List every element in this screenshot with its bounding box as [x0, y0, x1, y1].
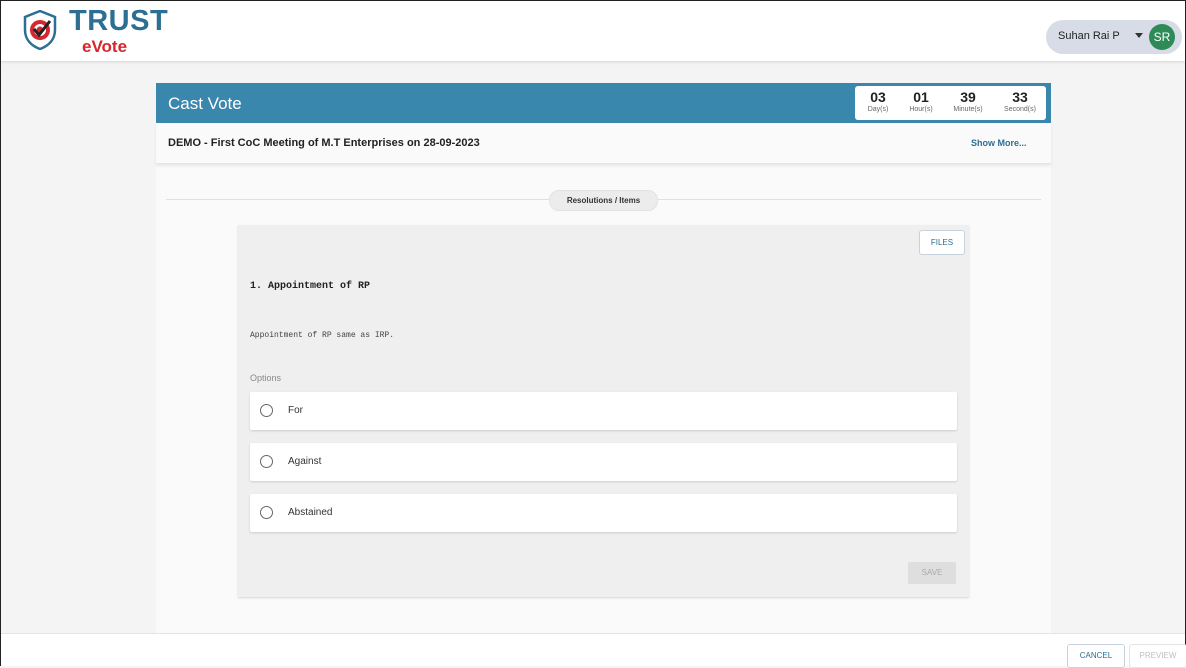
timer-days-value: 03	[870, 89, 886, 105]
app-window: TRUST eVote Suhan Rai P SR Cast Vote 03 …	[0, 0, 1186, 668]
vote-option-label: Abstained	[288, 507, 333, 518]
resolution-description: Appointment of RP same as IRP.	[250, 331, 395, 340]
meeting-title: DEMO - First CoC Meeting of M.T Enterpri…	[168, 137, 480, 149]
caret-down-icon	[1135, 33, 1143, 38]
vote-option-label: For	[288, 405, 303, 416]
cast-vote-card: Cast Vote 03 Day(s) 01 Hour(s) 39 Minute…	[156, 83, 1051, 635]
vote-option-for[interactable]: For	[250, 392, 957, 430]
resolution-item-panel: FILES 1. Appointment of RP Appointment o…	[238, 225, 969, 597]
timer-minutes-unit: Minute(s)	[953, 106, 983, 113]
options-label: Options	[250, 373, 282, 383]
brand-name: TRUST	[69, 5, 169, 37]
radio-unchecked-icon[interactable]	[260, 506, 273, 519]
meeting-info-row: DEMO - First CoC Meeting of M.T Enterpri…	[156, 123, 1051, 164]
vote-option-against[interactable]: Against	[250, 443, 957, 481]
countdown-timer: 03 Day(s) 01 Hour(s) 39 Minute(s) 33 Sec…	[855, 86, 1046, 120]
timer-seconds-unit: Second(s)	[1004, 106, 1036, 113]
timer-seconds-value: 33	[1012, 89, 1028, 105]
resolutions-section-label: Resolutions / Items	[549, 190, 658, 211]
show-more-link[interactable]: Show More...	[971, 138, 1027, 148]
timer-minutes-value: 39	[960, 89, 976, 105]
vote-option-abstained[interactable]: Abstained	[250, 494, 957, 532]
vote-option-label: Against	[288, 456, 322, 467]
radio-unchecked-icon[interactable]	[260, 404, 273, 417]
page-title: Cast Vote	[168, 94, 242, 113]
shield-logo-icon	[23, 10, 57, 50]
user-name: Suhan Rai P	[1058, 30, 1120, 42]
top-navbar: TRUST eVote Suhan Rai P SR	[1, 1, 1185, 61]
footer-action-bar: CANCEL PREVIEW	[1, 633, 1186, 668]
timer-hours-unit: Hour(s)	[909, 106, 933, 113]
preview-button[interactable]: PREVIEW	[1129, 644, 1186, 668]
save-button[interactable]: SAVE	[908, 562, 956, 584]
timer-minutes: 39 Minute(s)	[947, 89, 989, 115]
timer-hours-value: 01	[913, 89, 929, 105]
timer-days: 03 Day(s)	[863, 89, 893, 115]
avatar: SR	[1149, 24, 1175, 50]
cancel-button[interactable]: CANCEL	[1067, 644, 1125, 668]
user-menu[interactable]: Suhan Rai P SR	[1046, 20, 1182, 54]
radio-unchecked-icon[interactable]	[260, 455, 273, 468]
card-header: Cast Vote 03 Day(s) 01 Hour(s) 39 Minute…	[156, 83, 1051, 123]
brand-subname: eVote	[82, 37, 128, 56]
timer-days-unit: Day(s)	[867, 106, 889, 113]
files-button[interactable]: FILES	[919, 230, 965, 255]
timer-hours: 01 Hour(s)	[905, 89, 937, 115]
resolution-title: 1. Appointment of RP	[250, 281, 371, 292]
timer-seconds: 33 Second(s)	[997, 89, 1043, 115]
